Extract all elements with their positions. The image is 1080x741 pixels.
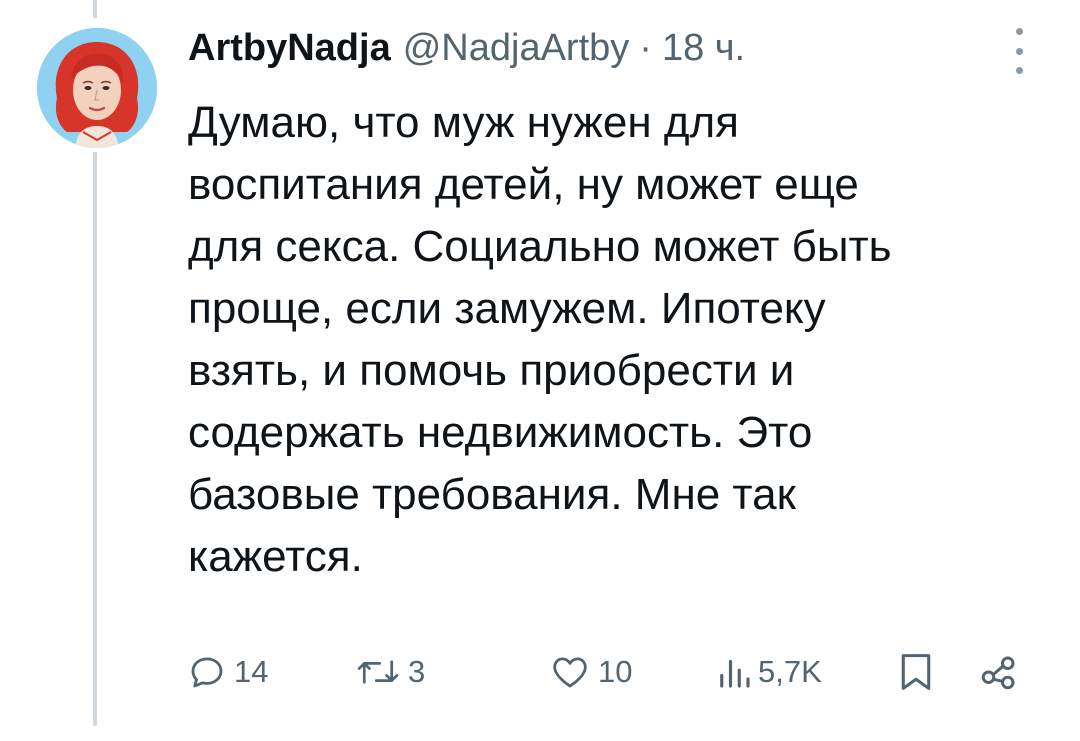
tweet-text-line: проще, если замужем. Ипотеку	[188, 284, 826, 333]
retweet-icon	[354, 651, 402, 693]
views-chart-icon	[716, 651, 752, 693]
like-count: 10	[598, 654, 633, 689]
reply-button[interactable]: 14	[186, 648, 268, 696]
bookmark-icon	[896, 650, 936, 694]
heart-icon	[548, 651, 592, 693]
like-button[interactable]: 10	[548, 648, 632, 696]
tweet-text-line: Думаю, что муж нужен для	[188, 98, 740, 147]
tweet-timestamp[interactable]: 18 ч.	[662, 27, 745, 70]
bookmark-button[interactable]	[896, 648, 936, 696]
tweet-text-line: содержать недвижимость. Это	[188, 408, 813, 457]
more-vertical-icon[interactable]	[1006, 28, 1032, 74]
tweet-text-line: для секса. Социально может быть	[188, 222, 892, 271]
reply-count: 14	[234, 654, 269, 689]
views-count: 5,7K	[758, 654, 822, 689]
display-name[interactable]: ArtbyNadja	[188, 27, 391, 70]
tweet-text: Думаю, что муж нужен для воспитания дете…	[188, 92, 1048, 588]
views-button[interactable]: 5,7K	[716, 648, 822, 696]
avatar-portrait-image	[37, 28, 157, 148]
thread-line-top	[93, 0, 97, 18]
share-icon	[978, 651, 1020, 693]
tweet-text-line: взять, и помочь приобрести и	[188, 346, 795, 395]
retweet-count: 3	[408, 654, 426, 689]
avatar[interactable]	[37, 28, 157, 148]
share-button[interactable]	[978, 648, 1020, 696]
reply-icon	[186, 651, 228, 693]
action-bar: 14 3 10 5,7K	[186, 648, 1026, 696]
retweet-button[interactable]: 3	[354, 648, 425, 696]
tweet-header: ArtbyNadja @NadjaArtby · 18 ч.	[188, 22, 745, 74]
thread-line	[93, 152, 97, 726]
separator-dot: ·	[639, 26, 652, 69]
tweet-text-line: базовые требования. Мне так	[188, 470, 796, 519]
tweet-text-line: кажется.	[188, 532, 363, 581]
user-handle[interactable]: @NadjaArtby	[403, 27, 630, 70]
tweet-text-line: воспитания детей, ну может еще	[188, 160, 859, 209]
